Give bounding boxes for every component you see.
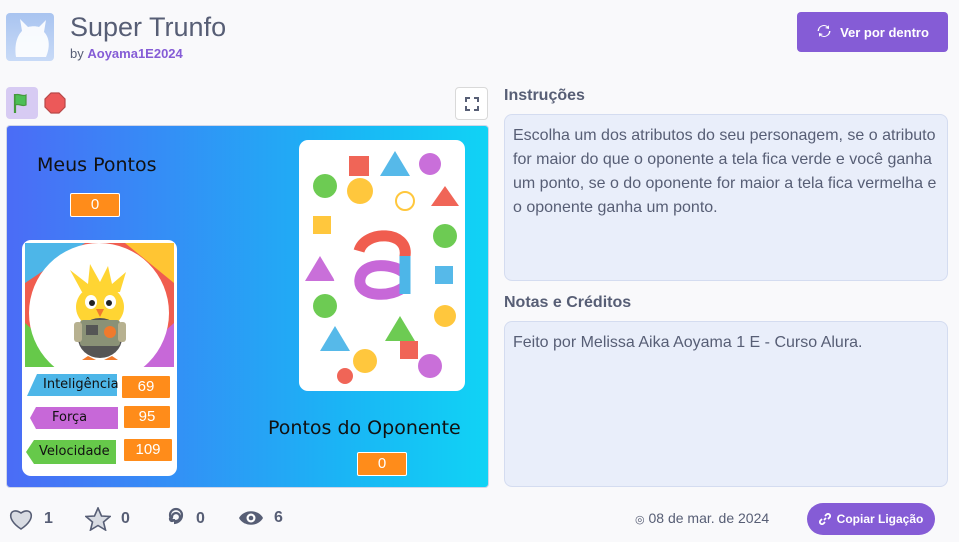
project-thumbnail — [6, 13, 54, 61]
see-inside-label: Ver por dentro — [840, 24, 929, 40]
remix-count: 0 — [196, 510, 205, 527]
view-count: 6 — [274, 509, 283, 526]
by-prefix: by — [70, 46, 84, 61]
my-points-value: 0 — [70, 193, 120, 217]
fullscreen-button[interactable] — [455, 87, 488, 120]
attribute-value-speed: 109 — [123, 438, 173, 462]
eye-icon — [239, 511, 263, 525]
love-stat[interactable]: 1 — [8, 507, 53, 531]
opponent-points-value: 0 — [357, 452, 407, 476]
notes-heading: Notas e Créditos — [504, 294, 632, 311]
opponent-points-label: Pontos do Oponente — [268, 417, 461, 439]
love-count: 1 — [44, 510, 53, 527]
fullscreen-icon — [464, 96, 479, 111]
link-icon — [818, 513, 831, 525]
stop-icon — [44, 92, 66, 114]
view-stat: 6 — [238, 507, 283, 529]
see-inside-button[interactable]: Ver por dentro — [797, 12, 948, 52]
attribute-label: Inteligência — [43, 377, 119, 392]
character-icon — [70, 264, 126, 360]
remix-icon — [816, 23, 832, 42]
opponent-card-back — [299, 140, 465, 391]
notes-text: Feito por Melissa Aika Aoyama 1 E - Curs… — [504, 321, 948, 487]
project-stage[interactable]: Meus Pontos 0 Inteligência 69 Força 95 V… — [6, 125, 489, 488]
spiral-icon: ◎ — [635, 514, 645, 526]
stop-button[interactable] — [43, 91, 67, 115]
project-byline: by Aoyama1E2024 — [70, 46, 183, 61]
heart-icon — [10, 510, 32, 530]
project-title: Super Trunfo — [70, 12, 227, 42]
star-icon — [85, 507, 111, 531]
card-back-pattern — [305, 146, 459, 385]
green-flag-button[interactable] — [6, 87, 38, 119]
attribute-value-intelligence: 69 — [121, 375, 171, 399]
attribute-label: Velocidade — [39, 444, 110, 459]
player-card: Inteligência 69 Força 95 Velocidade 109 — [22, 240, 177, 476]
my-points-label: Meus Pontos — [37, 154, 157, 176]
remix-spiral-icon — [168, 507, 184, 525]
favorite-stat[interactable]: 0 — [85, 507, 130, 531]
instructions-heading: Instruções — [504, 87, 585, 104]
green-flag-icon — [13, 93, 27, 113]
instructions-text: Escolha um dos atributos do seu personag… — [504, 114, 948, 281]
copy-link-button[interactable]: Copiar Ligação — [807, 503, 935, 535]
attribute-label: Força — [52, 410, 88, 425]
attribute-value-strength: 95 — [123, 405, 171, 429]
copy-link-label: Copiar Ligação — [836, 512, 924, 526]
favorite-count: 0 — [121, 510, 130, 527]
author-link[interactable]: Aoyama1E2024 — [87, 46, 182, 61]
date-text: 08 de mar. de 2024 — [648, 510, 770, 526]
remix-stat: 0 — [162, 507, 205, 531]
project-date: ◎ 08 de mar. de 2024 — [635, 510, 769, 526]
